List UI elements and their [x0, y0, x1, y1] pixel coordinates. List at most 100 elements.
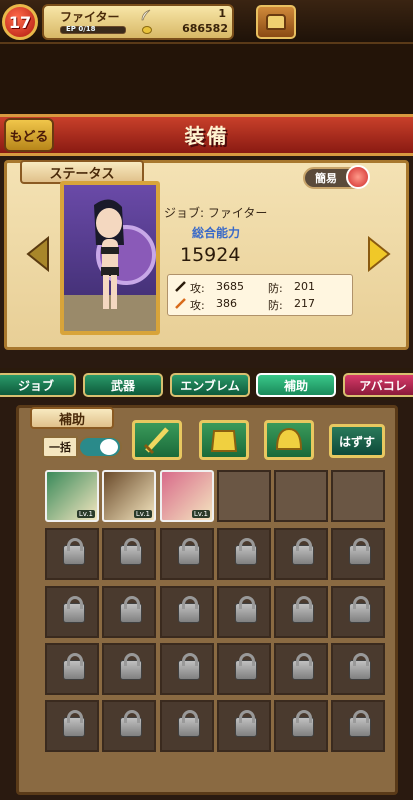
sword-icon: [143, 427, 169, 455]
locked-support-slot[interactable]: [102, 643, 156, 695]
locked-support-slot[interactable]: [160, 643, 214, 695]
helmet-filter-button[interactable]: [264, 420, 314, 460]
total-power-label: 総合能力: [191, 226, 240, 240]
lock-icon: [235, 596, 257, 623]
total-power-value: 15924: [180, 244, 241, 266]
locked-support-slot[interactable]: [45, 528, 99, 580]
bag-icon: [266, 14, 286, 30]
gold-coin-icon: [142, 26, 152, 34]
locked-support-slot[interactable]: [102, 528, 156, 580]
lock-icon: [120, 596, 142, 623]
player-level-badge: 17: [2, 4, 38, 40]
lock-icon: [63, 538, 85, 565]
lock-icon: [292, 538, 314, 565]
tab-job[interactable]: ジョブ: [0, 373, 76, 397]
lock-icon: [292, 653, 314, 680]
armor-icon: [210, 430, 238, 452]
locked-support-slot[interactable]: [274, 643, 328, 695]
bag-menu-button[interactable]: [256, 5, 296, 39]
page-title: 装備: [184, 124, 229, 148]
back-button[interactable]: もどる: [4, 118, 54, 152]
locked-support-slot[interactable]: [217, 643, 271, 695]
locked-support-slot[interactable]: [274, 528, 328, 580]
lock-icon: [235, 710, 257, 737]
support-card-slot[interactable]: Lv.1: [160, 470, 214, 522]
lock-icon: [349, 653, 371, 680]
attack-value-2: 386: [216, 297, 237, 310]
attack-label-2: 攻:: [190, 299, 205, 312]
lock-icon: [349, 596, 371, 623]
empty-support-slot[interactable]: [274, 470, 328, 522]
tab-emblem[interactable]: エンブレム: [170, 373, 250, 397]
armor-filter-button[interactable]: [199, 420, 249, 460]
card-level-badge: Lv.1: [76, 510, 95, 518]
lock-icon: [349, 538, 371, 565]
locked-support-slot[interactable]: [274, 586, 328, 638]
remove-all-button[interactable]: はずす: [329, 424, 385, 458]
defense-value-1: 201: [294, 280, 315, 293]
lock-icon: [178, 653, 200, 680]
refresh-icon[interactable]: [346, 165, 370, 189]
defense-value-2: 217: [294, 297, 315, 310]
lock-icon: [120, 538, 142, 565]
empty-support-slot[interactable]: [217, 470, 271, 522]
lock-icon: [235, 653, 257, 680]
sword-stat-icon: [175, 281, 186, 292]
feather-icon: [141, 9, 151, 21]
lock-icon: [178, 538, 200, 565]
lock-icon: [178, 596, 200, 623]
character-portrait[interactable]: [60, 181, 160, 335]
locked-support-slot[interactable]: [160, 586, 214, 638]
gold-count: 686582: [182, 22, 228, 35]
locked-support-slot[interactable]: [217, 700, 271, 752]
lock-icon: [63, 653, 85, 680]
locked-support-slot[interactable]: [45, 700, 99, 752]
tab-avatar-collection[interactable]: アバコレ: [343, 373, 413, 397]
locked-support-slot[interactable]: [160, 528, 214, 580]
sword-filter-button[interactable]: [132, 420, 182, 460]
feather-count: 1: [218, 7, 226, 20]
attack-label-1: 攻:: [190, 282, 205, 295]
tab-weapon[interactable]: 武器: [83, 373, 163, 397]
locked-support-slot[interactable]: [102, 586, 156, 638]
lock-icon: [235, 538, 257, 565]
lock-icon: [63, 596, 85, 623]
lock-icon: [349, 710, 371, 737]
support-section-label: 補助: [30, 407, 114, 429]
next-arrow-icon[interactable]: [367, 236, 391, 272]
attack-value-1: 3685: [216, 280, 244, 293]
previous-arrow-icon[interactable]: [26, 236, 50, 272]
lock-icon: [120, 710, 142, 737]
locked-support-slot[interactable]: [331, 528, 385, 580]
locked-support-slot[interactable]: [102, 700, 156, 752]
bulk-label: 一括: [42, 436, 78, 458]
defense-label-2: 防:: [268, 299, 283, 312]
fighter-character-illustration: [64, 199, 156, 331]
card-level-badge: Lv.1: [133, 510, 152, 518]
locked-support-slot[interactable]: [274, 700, 328, 752]
simple-view-label: 簡易: [315, 172, 337, 185]
job-line: ジョブ: ファイター: [164, 206, 268, 220]
lock-icon: [120, 653, 142, 680]
empty-support-slot[interactable]: [331, 470, 385, 522]
lock-icon: [292, 596, 314, 623]
locked-support-slot[interactable]: [160, 700, 214, 752]
locked-support-slot[interactable]: [217, 528, 271, 580]
helmet-icon: [275, 427, 303, 450]
locked-support-slot[interactable]: [331, 700, 385, 752]
tab-support[interactable]: 補助: [256, 373, 336, 397]
ep-progress-text: EP 0/18: [66, 25, 96, 33]
locked-support-slot[interactable]: [45, 643, 99, 695]
lock-icon: [63, 710, 85, 737]
locked-support-slot[interactable]: [331, 643, 385, 695]
support-card-slot[interactable]: Lv.1: [102, 470, 156, 522]
bulk-toggle-knob: [100, 439, 118, 455]
locked-support-slot[interactable]: [45, 586, 99, 638]
locked-support-slot[interactable]: [331, 586, 385, 638]
card-level-badge: Lv.1: [191, 510, 210, 518]
defense-label-1: 防:: [268, 282, 283, 295]
background-area: [0, 44, 413, 114]
locked-support-slot[interactable]: [217, 586, 271, 638]
support-card-slot[interactable]: Lv.1: [45, 470, 99, 522]
lock-icon: [292, 710, 314, 737]
